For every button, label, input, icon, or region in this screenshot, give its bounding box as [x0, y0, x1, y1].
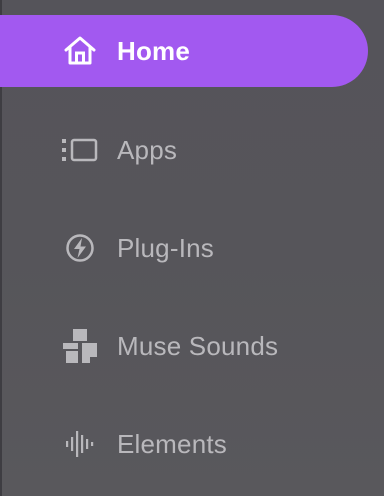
sidebar-item-label: Elements [117, 428, 227, 459]
sidebar-item-elements[interactable]: Elements [0, 408, 368, 480]
apps-list-icon [62, 132, 98, 168]
sidebar-item-label: Muse Sounds [117, 330, 279, 361]
sidebar-nav: Home Apps Plug-Ins Muse Sounds Elements [0, 0, 384, 496]
sidebar-item-label: Apps [117, 134, 178, 165]
lightning-bolt-icon [62, 230, 98, 266]
sidebar-item-plug-ins[interactable]: Plug-Ins [0, 212, 368, 284]
sidebar-item-home[interactable]: Home [0, 15, 368, 87]
sidebar-item-label: Home [117, 35, 191, 66]
sidebar-item-apps[interactable]: Apps [0, 114, 368, 186]
house-icon [62, 33, 98, 69]
waveform-icon [62, 426, 98, 462]
muse-sounds-icon [62, 328, 98, 364]
sidebar-item-muse-sounds[interactable]: Muse Sounds [0, 310, 368, 382]
sidebar-item-label: Plug-Ins [117, 232, 214, 263]
